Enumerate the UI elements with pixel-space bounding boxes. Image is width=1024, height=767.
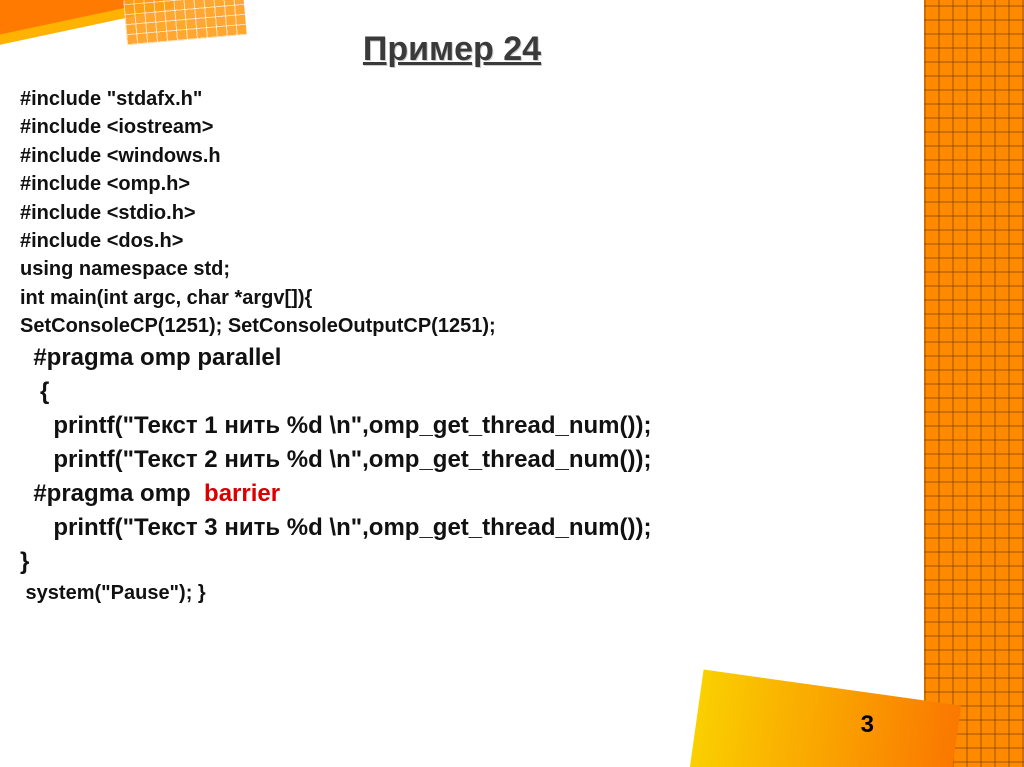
code-line: system("Pause"); } [20,579,884,607]
decor-bottom-right [687,669,961,767]
slide: Пример 24 #include "stdafx.h" #include <… [0,0,1024,767]
code-line: printf("Текст 1 нить %d \n",omp_get_thre… [20,409,884,443]
code-line: SetConsoleCP(1251); SetConsoleOutputCP(1… [20,312,884,340]
code-line: #include <dos.h> [20,227,884,255]
code-line: } [20,545,884,579]
code-line: using namespace std; [20,255,884,283]
code-line: #include <omp.h> [20,170,884,198]
decor-right-grid [924,0,1024,767]
code-line: #include "stdafx.h" [20,85,884,113]
code-line: #include <iostream> [20,113,884,141]
code-line: #pragma omp barrier [20,477,884,511]
slide-title: Пример 24 [20,30,884,69]
keyword-barrier: barrier [204,480,280,507]
code-line: { [20,375,884,409]
slide-content: Пример 24 #include "stdafx.h" #include <… [20,30,884,607]
code-line: printf("Текст 2 нить %d \n",omp_get_thre… [20,443,884,477]
page-number: 3 [861,711,874,739]
code-line: #include <windows.h [20,142,884,170]
code-line: #include <stdio.h> [20,199,884,227]
code-block: #include "stdafx.h" #include <iostream> … [20,85,884,607]
code-line: printf("Текст 3 нить %d \n",omp_get_thre… [20,511,884,545]
code-line: #pragma omp parallel [20,341,884,375]
code-line: int main(int argc, char *argv[]){ [20,284,884,312]
code-text: #pragma omp [20,480,204,507]
